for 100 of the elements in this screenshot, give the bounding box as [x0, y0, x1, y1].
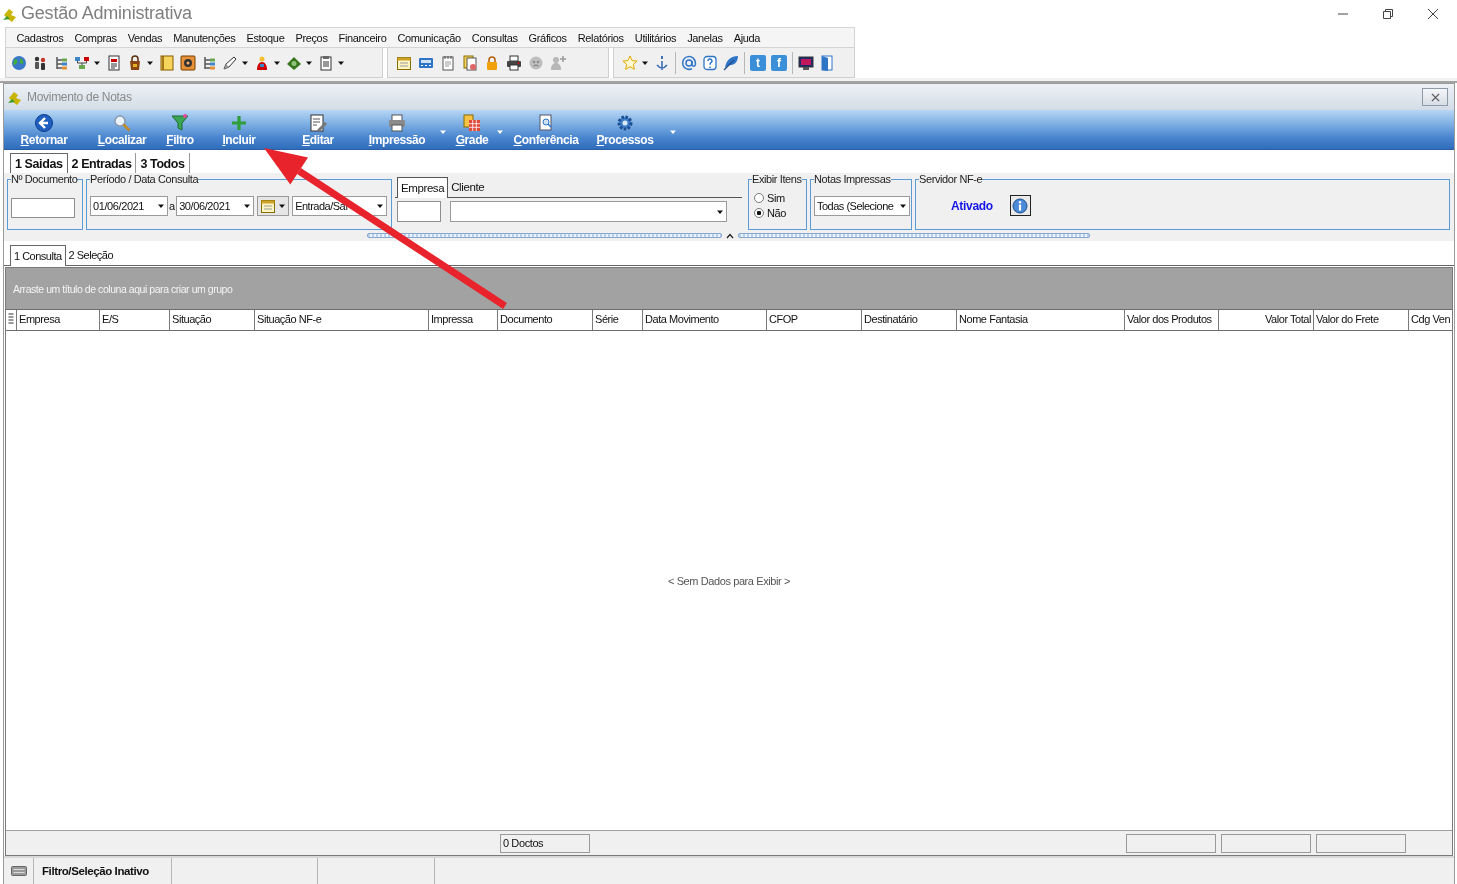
tab[interactable]: Cliente — [448, 177, 488, 197]
calendar-icon — [260, 197, 277, 214]
info-button[interactable] — [1009, 195, 1031, 216]
radio-button[interactable] — [754, 208, 764, 218]
menu-item[interactable]: Comunicação — [391, 31, 467, 44]
tab[interactable]: Empresa — [397, 177, 449, 198]
menu-item[interactable]: Cadastros — [11, 31, 69, 44]
notepad-icon[interactable] — [440, 54, 456, 71]
close-button[interactable] — [1422, 88, 1448, 106]
printer-icon — [387, 113, 407, 133]
book-icon[interactable] — [159, 54, 175, 71]
splitter-handle[interactable] — [738, 233, 1090, 238]
calendar-icon[interactable] — [396, 54, 412, 71]
at-sign-icon[interactable] — [681, 54, 697, 71]
padlock-icon[interactable] — [484, 54, 500, 71]
safe-icon[interactable] — [180, 54, 196, 71]
toolbar-button[interactable]: Impressão — [362, 113, 432, 149]
range-separator: a — [169, 199, 176, 212]
window-title: Gestão Administrativa — [21, 3, 192, 24]
hierarchy-icon[interactable] — [53, 54, 69, 71]
column-header[interactable]: Valor dos Produtos — [1124, 310, 1218, 330]
toolbar-button[interactable]: Processos — [592, 113, 658, 149]
menu-item[interactable]: Relatórios — [572, 31, 630, 44]
diamond-icon[interactable] — [286, 54, 302, 71]
printed-notes-dropdown[interactable]: Todas (Selecione — [814, 195, 910, 216]
input-field[interactable] — [11, 197, 75, 218]
radio-button[interactable] — [754, 193, 764, 203]
door-icon[interactable] — [819, 54, 835, 71]
close-icon — [1430, 92, 1440, 102]
radio-label: Não — [767, 207, 786, 219]
clipboard-icon[interactable] — [318, 54, 334, 71]
menu-item[interactable]: Financeiro — [333, 31, 392, 44]
column-header[interactable]: Situação — [169, 310, 254, 330]
menu-item[interactable]: Gráficos — [523, 31, 573, 44]
info-icon — [1012, 197, 1029, 214]
globe-icon[interactable] — [11, 54, 27, 71]
filter-status: Filtro/Seleção Inativo — [34, 858, 172, 884]
gear-icon — [615, 113, 635, 133]
menu-item[interactable]: Compras — [69, 31, 123, 44]
column-header[interactable]: Empresa — [16, 310, 99, 330]
toolbar-button[interactable]: Editar — [296, 113, 340, 149]
documents-icon[interactable] — [462, 54, 478, 71]
column-header[interactable]: Impressa — [428, 310, 497, 330]
people-icon[interactable] — [32, 54, 48, 71]
anchor-icon[interactable] — [654, 54, 670, 71]
column-header[interactable]: E/S — [99, 310, 169, 330]
network-icon[interactable] — [74, 54, 90, 71]
search-icon — [112, 113, 132, 133]
column-header[interactable]: Situação NF-e — [254, 310, 428, 330]
help-icon[interactable] — [702, 54, 718, 71]
toolbar-button[interactable]: Grade — [451, 113, 493, 149]
date-field[interactable]: 30/06/2021 — [176, 195, 255, 216]
group-label: Servidor NF-e — [919, 173, 983, 185]
menu-item[interactable]: Ajuda — [728, 31, 766, 44]
toolbar-button[interactable]: Incluir — [216, 113, 262, 149]
menu-item[interactable]: Utilitários — [629, 31, 682, 44]
face-icon[interactable] — [528, 54, 544, 71]
date-field[interactable]: 01/06/2021 — [90, 195, 168, 216]
toolbar-button[interactable]: Filtro — [160, 113, 200, 149]
menu-item[interactable]: Estoque — [241, 31, 290, 44]
group-label: Nº Documento — [11, 173, 78, 185]
column-header[interactable]: Cdg Ven — [1408, 310, 1452, 330]
caret-up-icon[interactable] — [726, 232, 734, 239]
printer-icon[interactable] — [506, 54, 522, 71]
menu-item[interactable]: Vendas — [122, 31, 168, 44]
column-header[interactable]: Data Movimento — [642, 310, 766, 330]
close-icon — [1427, 8, 1438, 19]
bag-icon[interactable] — [127, 54, 143, 71]
menu-item[interactable]: Preços — [289, 31, 334, 44]
hierarchy-icon[interactable] — [201, 54, 217, 71]
feather-icon[interactable] — [723, 54, 739, 71]
column-header[interactable]: Valor do Frete — [1313, 310, 1408, 330]
column-header[interactable]: Série — [592, 310, 642, 330]
calendar-button[interactable] — [257, 195, 290, 216]
document-icon[interactable] — [106, 54, 122, 71]
menu-item[interactable]: Janelas — [681, 31, 729, 44]
monitor-icon[interactable] — [798, 54, 814, 71]
menu-item[interactable]: Consultas — [466, 31, 524, 44]
column-chooser-icon[interactable] — [7, 311, 15, 327]
menu-item[interactable]: Manutenções — [167, 31, 241, 44]
splitter-handle[interactable] — [367, 233, 722, 238]
tab[interactable]: 1 Saidas — [10, 153, 68, 173]
toolbar-button[interactable]: Retornar — [9, 113, 79, 149]
column-header[interactable]: Documento — [497, 310, 592, 330]
empty-message: < Sem Dados para Exibir > — [667, 574, 791, 587]
star-icon[interactable] — [622, 54, 638, 71]
column-header[interactable]: CFOP — [766, 310, 861, 330]
column-header[interactable]: Nome Fantasia — [956, 310, 1124, 330]
group-label: Período / Data Consulta — [90, 173, 199, 185]
keyboard-icon — [10, 866, 27, 876]
toolbar-button[interactable]: Localizar — [90, 113, 154, 149]
pencil-icon[interactable] — [222, 54, 238, 71]
tab[interactable]: 1 Consulta — [10, 245, 66, 266]
edit-icon — [308, 113, 328, 133]
plus-icon — [229, 113, 249, 133]
input-field[interactable] — [397, 201, 441, 222]
toolbar-button[interactable]: Conferência — [509, 113, 583, 149]
column-header[interactable]: Destinatário — [861, 310, 956, 330]
person-icon[interactable] — [254, 54, 270, 71]
column-header[interactable]: Valor Total — [1218, 310, 1313, 330]
